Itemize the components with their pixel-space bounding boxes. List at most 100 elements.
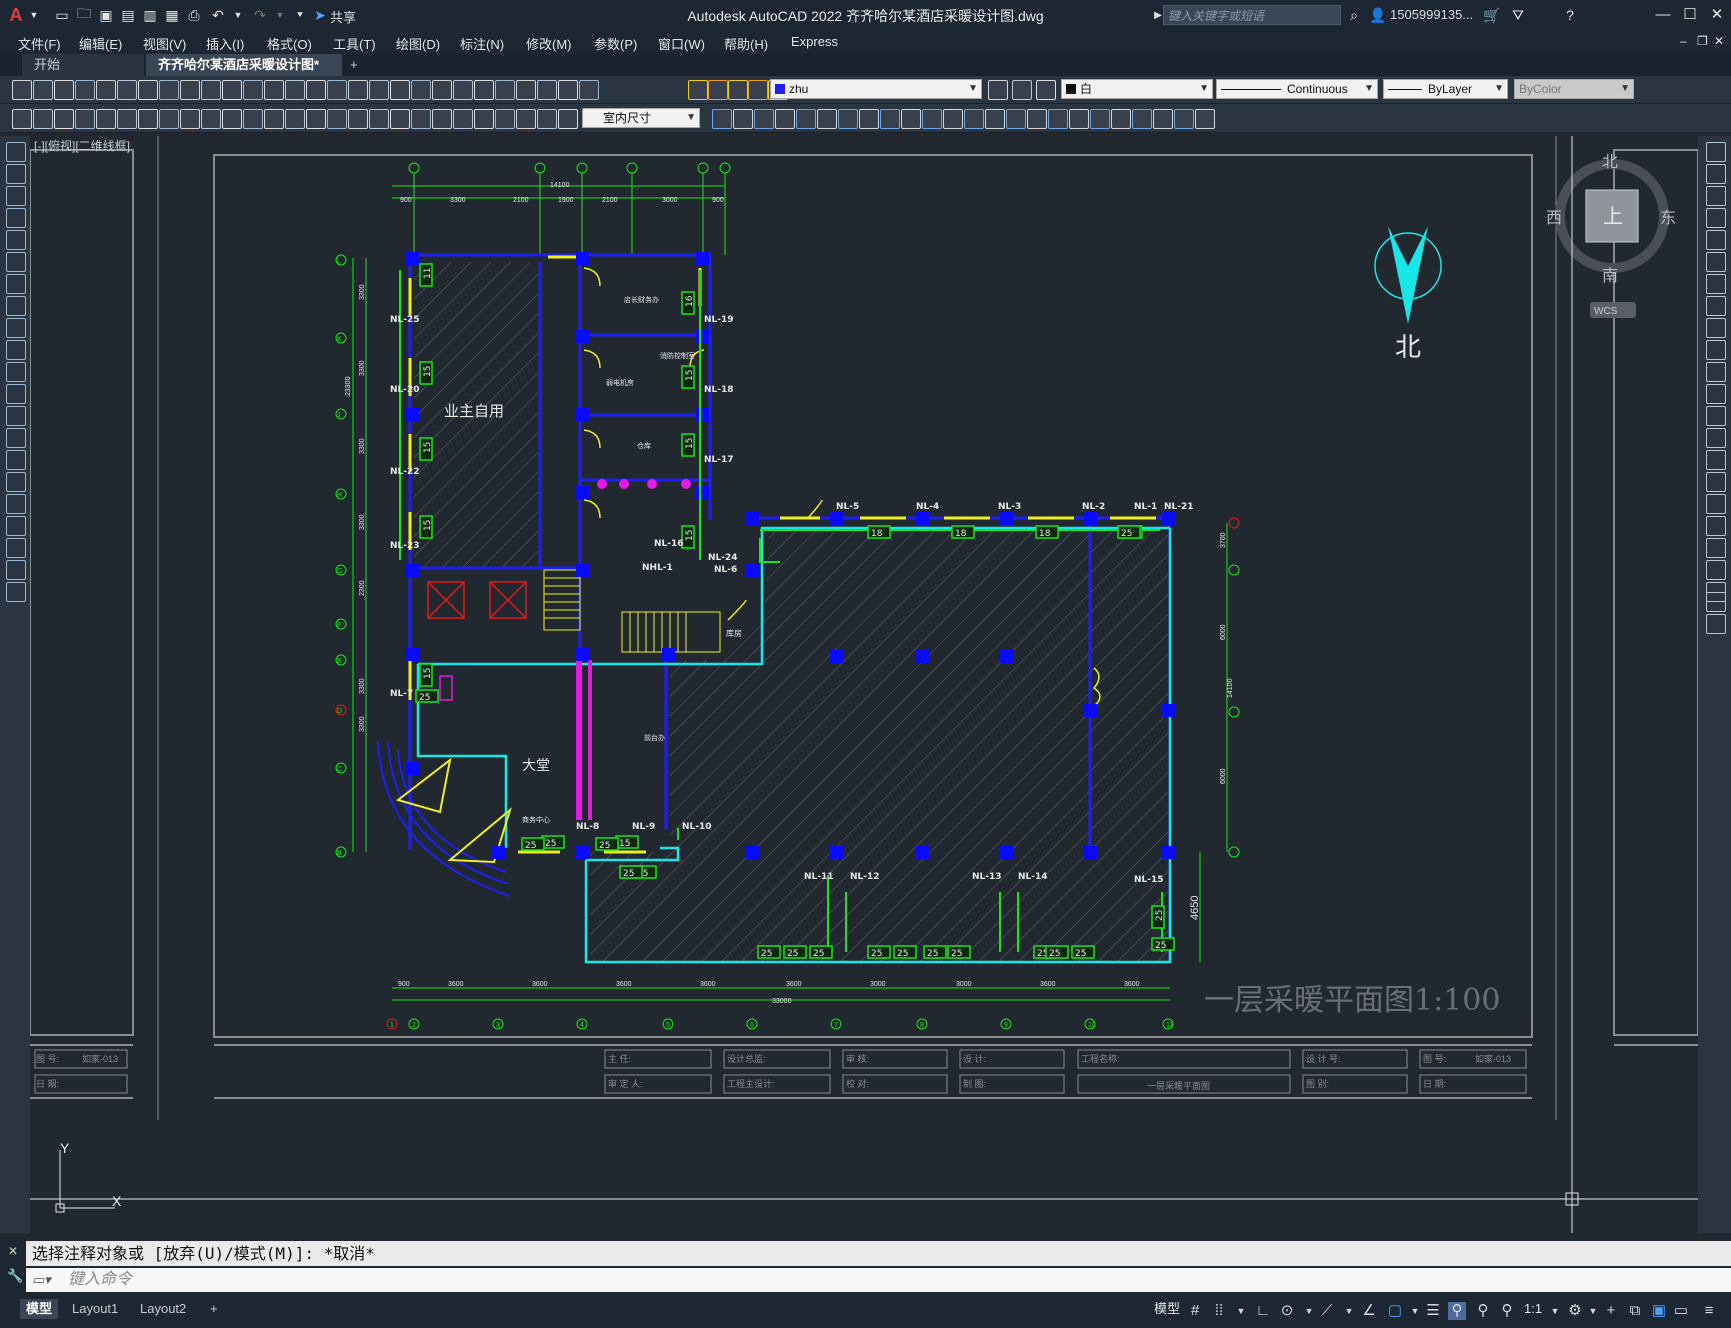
viewcube-east[interactable]: 东 (1660, 208, 1676, 227)
draw-tool-12-icon[interactable] (6, 384, 26, 404)
add-layout-button[interactable]: + (204, 1299, 224, 1319)
draw-tool-10-icon[interactable] (6, 340, 26, 360)
modify-tool-22-icon[interactable] (1153, 109, 1173, 129)
modify-tool-6-icon[interactable] (817, 109, 837, 129)
viewcube-north[interactable]: 北 (1602, 152, 1618, 171)
toolbar2-10-icon[interactable] (201, 109, 221, 129)
toolbar1-25-icon[interactable] (516, 80, 536, 100)
draw-tool-2-icon[interactable] (6, 164, 26, 184)
modify-tool-4-icon[interactable] (775, 109, 795, 129)
tab-layout1[interactable]: Layout1 (66, 1299, 124, 1319)
toolbar1-14-icon[interactable] (285, 80, 305, 100)
toolbar2-16-icon[interactable] (327, 109, 347, 129)
toolbar2-11-icon[interactable] (222, 109, 242, 129)
modify-tool-7-icon[interactable] (838, 109, 858, 129)
toolbar1-20-icon[interactable] (411, 80, 431, 100)
draw-tool-11-icon[interactable] (6, 362, 26, 382)
toolbar1-28-icon[interactable] (579, 80, 599, 100)
draw-tool-8-icon[interactable] (6, 296, 26, 316)
menu-window[interactable]: 窗口(W) (658, 34, 705, 53)
modify-tool-18-icon[interactable] (1706, 516, 1726, 536)
command-input[interactable]: 键入命令 (68, 1268, 132, 1292)
toolbar1-8-icon[interactable] (159, 80, 179, 100)
annotation-scale-value[interactable]: 1:1 (1518, 1299, 1548, 1319)
customize-cmdline-icon[interactable]: 🔧 (7, 1268, 23, 1284)
modify-tool-17-icon[interactable] (1706, 494, 1726, 514)
modify-tool-10-icon[interactable] (901, 109, 921, 129)
isodraft-icon[interactable]: ⟋ (1318, 1302, 1336, 1320)
modify-tool-5-icon[interactable] (796, 109, 816, 129)
toolbar2-21-icon[interactable] (432, 109, 452, 129)
modify-tool-2-icon[interactable] (1706, 164, 1726, 184)
draw-tool-9-icon[interactable] (6, 318, 26, 338)
annotation-visibility-icon[interactable]: ⚲ (1448, 1302, 1466, 1320)
workspace-gear-icon[interactable]: ⚙ (1566, 1302, 1584, 1320)
toolbar1-4-icon[interactable] (75, 80, 95, 100)
quick-properties-icon[interactable]: ▣ (1650, 1302, 1668, 1320)
annotation-monitor-icon[interactable]: + (1602, 1302, 1620, 1320)
menu-edit[interactable]: 编辑(E) (79, 34, 122, 53)
osnap-dropdown-icon[interactable]: ▼ (1406, 1302, 1424, 1320)
modify-tool-11-icon[interactable] (1706, 362, 1726, 382)
modify-tool-23-icon[interactable] (1706, 614, 1726, 634)
doc-restore-icon[interactable]: ❐ (1697, 34, 1708, 48)
toolbar2-25-icon[interactable] (516, 109, 536, 129)
toolbar1-6-icon[interactable] (117, 80, 137, 100)
toolbar2-26-icon[interactable] (537, 109, 557, 129)
toolbar1-13-icon[interactable] (264, 80, 284, 100)
toolbar2-9-icon[interactable] (180, 109, 200, 129)
customize-status-icon[interactable]: ≡ (1700, 1302, 1718, 1320)
doc-minimize-icon[interactable]: – (1680, 34, 1687, 48)
toolbar1-22-icon[interactable] (453, 80, 473, 100)
modify-tool-1-icon[interactable] (712, 109, 732, 129)
draw-tool-14-icon[interactable] (6, 428, 26, 448)
snap-dropdown-icon[interactable]: ▼ (1232, 1302, 1250, 1320)
modify-tool-15-icon[interactable] (1006, 109, 1026, 129)
layer-state-2-icon[interactable] (1012, 80, 1032, 100)
menu-dimension[interactable]: 标注(N) (460, 34, 504, 53)
toolbar2-12-icon[interactable] (243, 109, 263, 129)
toolbar1-1-icon[interactable] (12, 80, 32, 100)
autodesk-account-icon[interactable]: ⛛ (1508, 5, 1528, 25)
scale-dropdown-icon[interactable]: ▼ (1546, 1302, 1564, 1320)
modify-tool-19-icon[interactable] (1706, 538, 1726, 558)
toolbar2-3-icon[interactable] (54, 109, 74, 129)
menu-parametric[interactable]: 参数(P) (594, 34, 637, 53)
polar-dropdown-icon[interactable]: ▼ (1300, 1302, 1318, 1320)
toolbar1-21-icon[interactable] (432, 80, 452, 100)
layer-tool-3-icon[interactable] (728, 80, 748, 100)
modify-tool-17-icon[interactable] (1048, 109, 1068, 129)
command-line-handle[interactable]: ✕ 🔧 (0, 1238, 26, 1294)
drawing-svg[interactable]: 图 号: 如家-013 日 期: 主 任: 审 定 人: 设计总监: 工程主设计… (30, 136, 1698, 1233)
layer-tool-2-icon[interactable] (708, 80, 728, 100)
toolbar1-27-icon[interactable] (558, 80, 578, 100)
menu-file[interactable]: 文件(F) (18, 34, 61, 53)
modify-tool-21-icon[interactable] (1132, 109, 1152, 129)
modify-tool-9-icon[interactable] (1706, 318, 1726, 338)
toolbar1-2-icon[interactable] (33, 80, 53, 100)
toolbar1-16-icon[interactable] (327, 80, 347, 100)
workspace-dropdown-icon[interactable]: ▼ (1584, 1302, 1602, 1320)
toolbar1-15-icon[interactable] (306, 80, 326, 100)
otrack-icon[interactable]: ∠ (1360, 1302, 1378, 1320)
toolbar2-14-icon[interactable] (285, 109, 305, 129)
menu-format[interactable]: 格式(O) (267, 34, 312, 53)
modify-tool-20-icon[interactable] (1706, 560, 1726, 580)
modify-tool-16-icon[interactable] (1027, 109, 1047, 129)
modify-tool-8-icon[interactable] (1706, 296, 1726, 316)
ortho-icon[interactable]: ∟ (1254, 1302, 1272, 1320)
draw-tool-21-icon[interactable] (6, 582, 26, 602)
search-icon[interactable]: ⌕ (1344, 5, 1364, 25)
toolbar2-4-icon[interactable] (75, 109, 95, 129)
toolbar1-17-icon[interactable] (348, 80, 368, 100)
linetype-dropdown[interactable]: Continuous ▼ (1216, 79, 1378, 99)
menu-insert[interactable]: 插入(I) (206, 34, 244, 53)
annotation-autoscale-icon[interactable]: ⚲ (1474, 1302, 1492, 1320)
toolbar2-17-icon[interactable] (348, 109, 368, 129)
modify-tool-11-icon[interactable] (922, 109, 942, 129)
tab-layout2[interactable]: Layout2 (134, 1299, 192, 1319)
modify-tool-22-icon[interactable] (1706, 592, 1726, 612)
isodraft-dropdown-icon[interactable]: ▼ (1340, 1302, 1358, 1320)
toolbar1-5-icon[interactable] (96, 80, 116, 100)
draw-tool-18-icon[interactable] (6, 516, 26, 536)
